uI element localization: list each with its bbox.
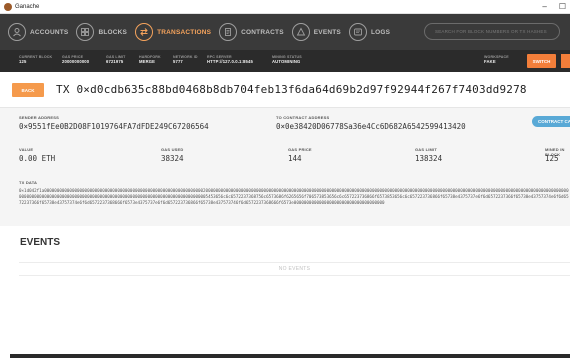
ganache-logo-icon: [4, 2, 12, 11]
events-icon: [291, 23, 310, 41]
tab-logs[interactable]: LOGS: [348, 20, 391, 44]
search-input[interactable]: SEARCH FOR BLOCK NUMBERS OR TX HASHES: [424, 23, 560, 40]
to-contract-address: 0×0e38420D06778Sa36e4Cc6D682A65425994134…: [276, 122, 466, 131]
stat-rpc-server: RPC SERVER HTTP://127.0.0.1:8545: [207, 55, 253, 64]
value: 0.00 ETH: [19, 154, 56, 163]
gas-limit-label: GAS LIMIT: [415, 147, 438, 152]
tab-contracts[interactable]: CONTRACTS: [219, 20, 284, 44]
blocks-icon: [76, 23, 95, 41]
stat-network-id: NETWORK ID 5777: [173, 55, 198, 64]
window-titlebar: Ganache – ☐: [0, 0, 570, 14]
no-events-text: NO EVENTS: [278, 266, 311, 272]
sender-address: 0×9551fEe0B2D08F1019764FA7dFDE249C672065…: [19, 122, 209, 131]
main-nav: ACCOUNTS BLOCKS TRANSACTIONS CONTRACTS E…: [0, 14, 570, 50]
tab-contracts-label: CONTRACTS: [241, 28, 284, 36]
tab-logs-label: LOGS: [370, 28, 391, 36]
tab-transactions[interactable]: TRANSACTIONS: [135, 20, 211, 44]
stat-workspace: WORKSPACE FAKE: [484, 55, 509, 64]
transactions-icon: [135, 23, 154, 41]
tx-data: 0×1d042f1a000000000000000000000000000000…: [19, 188, 569, 205]
tab-events[interactable]: EVENTS: [291, 20, 341, 44]
tab-events-label: EVENTS: [313, 28, 341, 36]
maximize-button[interactable]: ☐: [559, 2, 566, 11]
back-button[interactable]: BACK: [12, 83, 44, 97]
accounts-icon: [8, 23, 26, 41]
no-events-message: NO EVENTS: [19, 262, 570, 276]
stat-hardfork: HARDFORK MERGE: [139, 55, 161, 64]
bottom-edge: [10, 354, 570, 358]
tab-accounts[interactable]: ACCOUNTS: [8, 20, 68, 44]
contracts-icon: [219, 23, 238, 41]
tab-accounts-label: ACCOUNTS: [30, 28, 69, 36]
stat-current-block: CURRENT BLOCK 125: [19, 55, 53, 64]
minimize-button[interactable]: –: [542, 2, 546, 11]
tx-hash: TX 0×d0cdb635c88bd0468b8db704feb13f6da64…: [56, 83, 527, 96]
tx-data-label: TX DATA: [19, 180, 38, 185]
gas-price-label: GAS PRICE: [288, 147, 312, 152]
stat-gas-limit: GAS LIMIT 6721975: [106, 55, 126, 64]
events-title: EVENTS: [20, 237, 61, 248]
tab-transactions-label: TRANSACTIONS: [157, 28, 212, 36]
settings-button[interactable]: [561, 54, 570, 68]
tab-blocks-label: BLOCKS: [98, 28, 128, 36]
gas-used-label: GAS USED: [161, 147, 184, 152]
logs-icon: [348, 23, 367, 41]
status-bar: CURRENT BLOCK 125 GAS PRICE 20000000000 …: [0, 50, 570, 72]
stat-mining-status: MINING STATUS AUTOMINING: [272, 55, 302, 64]
events-section: EVENTS NO EVENTS: [0, 226, 570, 358]
tab-blocks[interactable]: BLOCKS: [76, 20, 127, 44]
search-placeholder: SEARCH FOR BLOCK NUMBERS OR TX HASHES: [435, 29, 547, 34]
tx-header: BACK TX 0×d0cdb635c88bd0468b8db704feb13f…: [0, 72, 570, 108]
mined-in-block: 125: [545, 154, 559, 163]
sender-address-label: SENDER ADDRESS: [19, 115, 59, 120]
to-contract-address-label: TO CONTRACT ADDRESS: [276, 115, 330, 120]
gas-limit: 138324: [415, 154, 443, 163]
stat-gas-price: GAS PRICE 20000000000: [62, 55, 90, 64]
gas-used: 38324: [161, 154, 184, 163]
gas-price: 144: [288, 154, 302, 163]
value-label: VALUE: [19, 147, 34, 152]
contract-call-badge: CONTRACT CALL: [532, 116, 570, 127]
tx-details: SENDER ADDRESS 0×9551fEe0B2D08F1019764FA…: [0, 108, 570, 226]
back-button-label: BACK: [21, 87, 35, 93]
switch-button[interactable]: SWITCH: [527, 54, 556, 68]
window-title: Ganache: [15, 3, 40, 10]
